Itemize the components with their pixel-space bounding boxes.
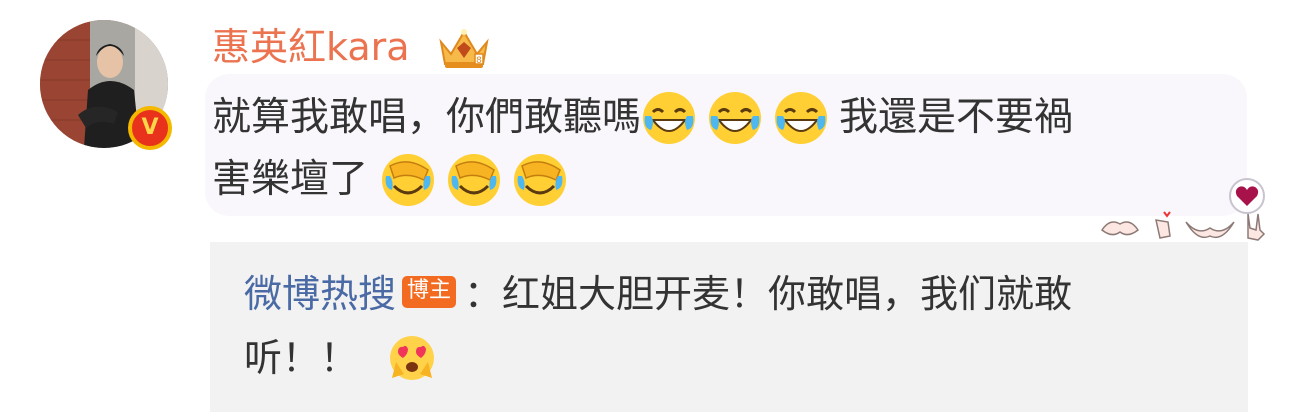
verified-badge: V	[128, 106, 172, 150]
facepalm-cry-icon	[512, 152, 568, 208]
svg-text:8: 8	[476, 56, 482, 66]
repost-text: 听！！	[244, 336, 359, 380]
repost-author[interactable]: 微博热搜	[244, 266, 396, 322]
rock-hand-icon[interactable]	[1247, 213, 1266, 241]
comment-text-line1: 就算我敢唱，你們敢聽嗎 我還是不要禍	[212, 90, 1073, 146]
comment-text-line2: 害樂壇了	[212, 152, 578, 208]
facepalm-cry-icon	[446, 152, 502, 208]
laugh-cry-icon	[773, 90, 829, 146]
finger-heart-icon[interactable]	[1155, 211, 1171, 239]
facepalm-cry-icon	[380, 152, 436, 208]
blogger-tag: 博主	[402, 276, 457, 308]
heart-hands-icon[interactable]	[1100, 221, 1140, 236]
reaction-bar	[1098, 208, 1270, 242]
comment-text: 害樂壇了	[212, 157, 369, 202]
username[interactable]: 惠英紅kara	[212, 22, 410, 72]
crown-icon[interactable]: 8	[437, 24, 491, 70]
comment-text: 我還是不要禍	[839, 95, 1074, 140]
hug-hands-icon[interactable]	[1185, 221, 1235, 239]
heart-eyes-icon	[388, 334, 436, 382]
repost-text-line1: 微博热搜 博主 ：红姐大胆开麦！你敢唱，我们就敢	[244, 266, 1072, 322]
laugh-cry-icon	[707, 90, 763, 146]
repost-text-line2: 听！！	[244, 330, 436, 386]
comment-text: 就算我敢唱，你們敢聽嗎	[212, 95, 642, 140]
laugh-cry-icon	[641, 90, 697, 146]
repost-text: ：红姐大胆开麦！你敢唱，我们就敢	[464, 272, 1073, 316]
